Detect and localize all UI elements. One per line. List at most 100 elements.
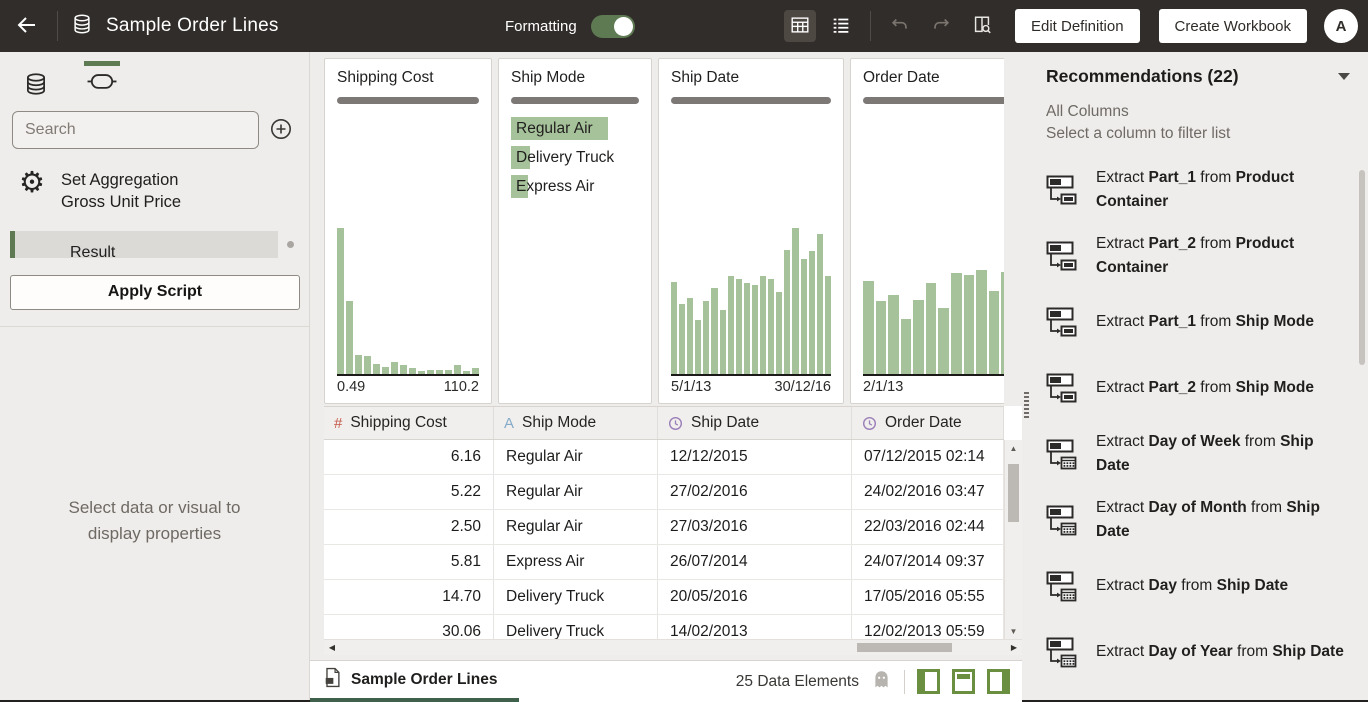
histogram-bar[interactable] <box>382 367 389 374</box>
table-cell[interactable]: 20/05/2016 <box>658 580 852 614</box>
histogram-bar[interactable] <box>817 234 823 374</box>
histogram-bar[interactable] <box>418 371 425 374</box>
histogram-bar[interactable] <box>938 308 949 374</box>
layout-right-panel-button[interactable] <box>987 669 1010 694</box>
back-button[interactable] <box>10 9 44 43</box>
add-step-button[interactable] <box>265 114 297 146</box>
table-cell[interactable]: 12/02/2013 05:59 <box>852 615 1004 639</box>
histogram-bar[interactable] <box>409 368 416 374</box>
table-cell[interactable]: 6.16 <box>324 440 494 474</box>
scroll-up-arrow[interactable]: ▲ <box>1005 440 1022 456</box>
edit-definition-button[interactable]: Edit Definition <box>1015 9 1140 43</box>
profile-card-order-date[interactable]: Order Date2/1/13 <box>850 58 1004 404</box>
histogram-bar[interactable] <box>427 370 434 374</box>
recommendation-item[interactable]: Extract Day from Ship Date <box>1046 562 1350 610</box>
histogram-bar[interactable] <box>400 365 407 374</box>
table-cell[interactable]: 2.50 <box>324 510 494 544</box>
undo-button[interactable] <box>884 10 916 42</box>
histogram-bar[interactable] <box>964 275 975 374</box>
recommendation-item[interactable]: Extract Part_1 from Ship Mode <box>1046 298 1350 346</box>
histogram-bar[interactable] <box>809 251 815 374</box>
histogram-bar[interactable] <box>989 291 1000 374</box>
histogram-bar[interactable] <box>445 370 452 374</box>
histogram-bar[interactable] <box>679 304 685 374</box>
redo-button[interactable] <box>925 10 957 42</box>
histogram-bar[interactable] <box>720 310 726 374</box>
histogram-bar[interactable] <box>472 368 479 374</box>
recommendation-item[interactable]: Extract Day of Year from Ship Date <box>1046 628 1350 676</box>
recommendations-scroll-thumb[interactable] <box>1359 170 1365 365</box>
top-value-row-express-air[interactable]: Express Air <box>511 172 639 201</box>
table-cell[interactable]: 27/02/2016 <box>658 475 852 509</box>
histogram-bar[interactable] <box>752 285 758 374</box>
table-cell[interactable]: 27/03/2016 <box>658 510 852 544</box>
grid-view-button[interactable] <box>784 10 816 42</box>
profile-card-ship-mode[interactable]: Ship ModeRegular AirDelivery TruckExpres… <box>498 58 652 404</box>
histogram-bar[interactable] <box>976 270 987 374</box>
search-input[interactable] <box>12 111 259 149</box>
table-cell[interactable]: 5.81 <box>324 545 494 579</box>
table-cell[interactable]: Regular Air <box>494 440 658 474</box>
scroll-left-arrow[interactable]: ◀ <box>324 640 340 655</box>
list-view-button[interactable] <box>825 10 857 42</box>
formatting-toggle[interactable] <box>591 15 635 38</box>
histogram-bar[interactable] <box>876 301 887 374</box>
vertical-scroll-thumb[interactable] <box>1008 464 1019 522</box>
table-row[interactable]: 30.06Delivery Truck14/02/201312/02/2013 … <box>324 615 1004 639</box>
column-header-ship-mode[interactable]: AShip Mode <box>494 407 658 439</box>
profile-card-shipping-cost[interactable]: Shipping Cost0.49110.2 <box>324 58 492 404</box>
sidebar-tab-preparation[interactable] <box>84 61 120 100</box>
histogram-bar[interactable] <box>736 279 742 374</box>
table-cell[interactable]: Delivery Truck <box>494 615 658 639</box>
table-row[interactable]: 5.22Regular Air27/02/201624/02/2016 03:4… <box>324 475 1004 510</box>
quality-bar[interactable] <box>671 97 831 104</box>
table-cell[interactable]: 5.22 <box>324 475 494 509</box>
table-cell[interactable]: Regular Air <box>494 475 658 509</box>
histogram-bar[interactable] <box>346 301 353 374</box>
horizontal-scrollbar[interactable]: ◀ ▶ <box>324 639 1022 655</box>
quality-bar[interactable] <box>511 97 639 104</box>
histogram-bar[interactable] <box>436 370 443 374</box>
histogram-bar[interactable] <box>711 288 717 374</box>
top-value-row-regular-air[interactable]: Regular Air <box>511 114 639 143</box>
step-result-item[interactable]: Result <box>10 231 278 258</box>
histogram-bar[interactable] <box>703 301 709 374</box>
create-workbook-button[interactable]: Create Workbook <box>1159 9 1307 43</box>
table-row[interactable]: 5.81Express Air26/07/201424/07/2014 09:3… <box>324 545 1004 580</box>
quality-bar[interactable] <box>337 97 479 104</box>
histogram-bar[interactable] <box>744 283 750 374</box>
apply-script-button[interactable]: Apply Script <box>10 275 300 310</box>
table-cell[interactable]: 17/05/2016 05:55 <box>852 580 1004 614</box>
table-row[interactable]: 2.50Regular Air27/03/201622/03/2016 02:4… <box>324 510 1004 545</box>
avatar[interactable]: A <box>1324 9 1358 43</box>
chevron-down-icon[interactable] <box>1338 73 1350 80</box>
histogram-bar[interactable] <box>760 276 766 374</box>
top-value-row-delivery-truck[interactable]: Delivery Truck <box>511 143 639 172</box>
column-header-order-date[interactable]: Order Date <box>852 407 1004 439</box>
histogram-bar[interactable] <box>768 279 774 374</box>
scroll-right-arrow[interactable]: ▶ <box>1006 640 1022 655</box>
histogram-bar[interactable] <box>355 355 362 374</box>
table-cell[interactable]: 07/12/2015 02:14 <box>852 440 1004 474</box>
histogram-bar[interactable] <box>364 356 371 374</box>
histogram-bar[interactable] <box>454 365 461 374</box>
histogram-bar[interactable] <box>901 319 912 374</box>
layout-left-panel-button[interactable] <box>917 669 940 694</box>
table-cell[interactable]: 14/02/2013 <box>658 615 852 639</box>
inspect-button[interactable] <box>966 10 998 42</box>
histogram-bar[interactable] <box>337 228 344 374</box>
histogram-bar[interactable] <box>391 362 398 374</box>
recommendation-item[interactable]: Extract Day of Week from Ship Date <box>1046 430 1350 478</box>
layout-top-panel-button[interactable] <box>952 669 975 694</box>
table-cell[interactable]: Express Air <box>494 545 658 579</box>
column-header-shipping-cost[interactable]: #Shipping Cost <box>324 407 494 439</box>
table-cell[interactable]: 24/07/2014 09:37 <box>852 545 1004 579</box>
table-cell[interactable]: 24/02/2016 03:47 <box>852 475 1004 509</box>
table-cell[interactable]: Delivery Truck <box>494 580 658 614</box>
recommendation-item[interactable]: Extract Part_1 from Product Container <box>1046 166 1350 214</box>
histogram-bar[interactable] <box>801 259 807 374</box>
table-cell[interactable]: 14.70 <box>324 580 494 614</box>
histogram-bar[interactable] <box>863 281 874 374</box>
histogram-bar[interactable] <box>888 295 899 374</box>
profile-card-ship-date[interactable]: Ship Date5/1/1330/12/16 <box>658 58 844 404</box>
